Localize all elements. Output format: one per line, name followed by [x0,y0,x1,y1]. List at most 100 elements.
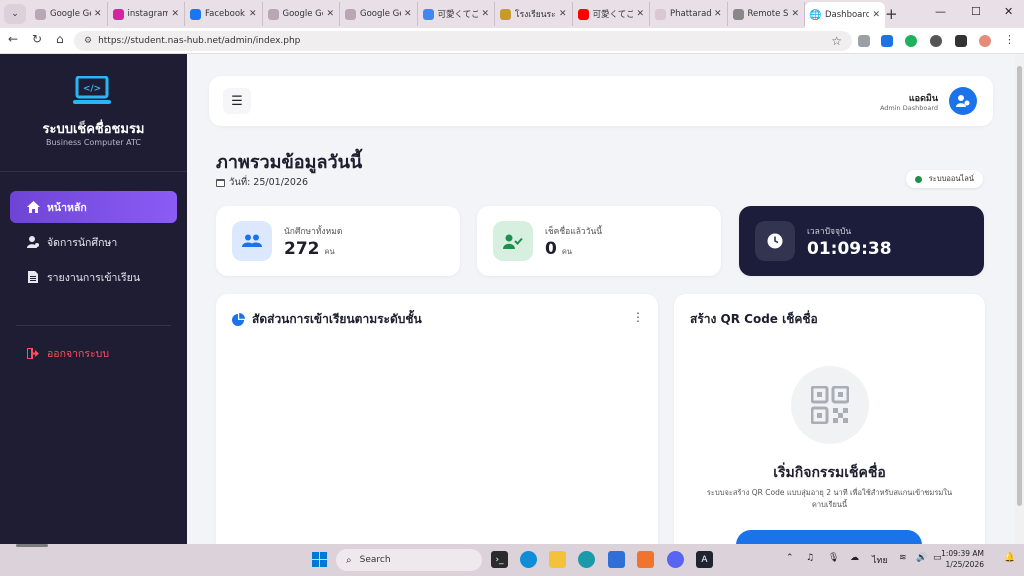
close-tab-icon[interactable]: ✕ [481,9,489,19]
close-tab-icon[interactable]: ✕ [404,9,412,19]
logout-button[interactable]: ออกจากระบบ [10,337,177,369]
search-icon: ⌕ [346,554,352,566]
browser-tab[interactable]: 可愛くてごめ✕ [573,2,650,26]
status-dot [914,175,922,183]
microphone-icon[interactable]: 🎙 [828,553,839,563]
home-button[interactable]: ⌂ [56,32,64,46]
user-avatar[interactable] [949,87,977,115]
minimize-button[interactable]: — [935,5,946,18]
laptop-code-icon: </> [73,76,111,104]
tab-title: Phattaradi [670,9,711,19]
logout-label: ออกจากระบบ [47,347,109,360]
top-bar: ☰ แอดมิน Admin Dashboard [209,76,993,126]
close-tab-icon[interactable]: ✕ [872,10,880,20]
tab-title: Facebook [205,9,245,19]
terminal-app-icon[interactable]: ›_ [491,551,508,568]
taskbar-clock[interactable]: 1:09:39 AM 1/25/2026 [941,548,984,570]
close-window-button[interactable]: ✕ [1004,5,1013,18]
generate-qr-button[interactable] [736,530,922,544]
widgets-indicator [16,544,48,547]
svg-text:</>: </> [83,84,101,94]
discord-icon[interactable] [667,551,684,568]
sidebar-item-label: จัดการนักศึกษา [47,236,118,249]
close-tab-icon[interactable]: ✕ [791,9,799,19]
translate-extension-icon[interactable] [881,35,893,47]
tab-title: instagram [127,9,169,19]
tab-search-dropdown[interactable]: ⌄ [4,4,26,24]
check-extension-icon[interactable] [905,35,917,47]
close-tab-icon[interactable]: ✕ [714,9,722,19]
file-explorer-icon[interactable] [549,551,566,568]
browser-tab[interactable]: 可愛くてごめ✕ [418,2,495,26]
user-check-icon [493,221,533,261]
browser-tab[interactable]: Facebook ✕ [185,2,263,26]
lang-indicator[interactable]: ไทย [872,553,888,567]
tab-title: Google Ge [50,9,91,19]
new-tab-button[interactable]: + [885,5,898,23]
calendar-icon [216,179,225,187]
edge-app-icon[interactable] [520,551,537,568]
stat-value: 272 คน [284,239,335,259]
more-options-icon[interactable]: ⋮ [632,310,644,324]
browser-tab[interactable]: instagram ✕ [108,2,185,26]
sidebar-item-students[interactable]: จัดการนักศึกษา [10,226,177,258]
logout-icon [26,346,40,360]
clock-icon [755,221,795,261]
xampp-icon[interactable] [637,551,654,568]
app-icon[interactable] [578,551,595,568]
puzzle-extension-icon[interactable] [930,35,942,47]
taskbar-search[interactable]: ⌕ Search [336,549,482,571]
browser-tab[interactable]: Google Ge ✕ [30,2,108,26]
stat-unit: คน [324,247,335,256]
browser-tab[interactable]: Phattaradi ✕ [650,2,728,26]
download-icon[interactable] [955,35,967,47]
stat-value: 0 คน [545,239,572,259]
user-gear-icon [26,235,40,249]
close-tab-icon[interactable]: ✕ [636,9,644,19]
back-button[interactable]: ← [8,32,18,46]
headset-icon[interactable]: ♫ [806,553,814,563]
app-icon[interactable]: A [696,551,713,568]
tab-title: โรงเรียนระยอ [515,10,556,20]
site-info-icon[interactable]: ⚙ [84,36,92,46]
browser-tab[interactable]: Google Ge ✕ [263,2,340,26]
tray-overflow-icon[interactable]: ⌃ [786,553,794,563]
close-tab-icon[interactable]: ✕ [171,9,179,19]
scrollbar-thumb[interactable] [1017,66,1022,506]
facebook-icon [190,8,201,20]
qrcode-icon [811,386,849,424]
stat-unit: คน [561,247,572,256]
url-text[interactable]: https://student.nas-hub.net/admin/index.… [98,36,831,46]
close-tab-icon[interactable]: ✕ [559,9,567,19]
play-icon [35,8,46,20]
maximize-button[interactable]: ☐ [971,5,981,18]
tab-dashboard[interactable]: 🌐 Dashboard ✕ [805,2,885,28]
page-scrollbar[interactable] [1015,54,1024,544]
reload-button[interactable]: ↻ [32,32,42,46]
browser-tab[interactable]: Google Ge ✕ [340,2,418,26]
close-tab-icon[interactable]: ✕ [249,9,257,19]
stat-card-checked-in: เช็คชื่อแล้ววันนี้ 0 คน [477,206,721,276]
divider [16,325,171,326]
close-tab-icon[interactable]: ✕ [94,9,102,19]
hamburger-icon[interactable]: ☰ [223,88,251,114]
tab-title: 可愛くてごめ [437,10,479,20]
sidebar-item-home[interactable]: หน้าหลัก [10,191,177,223]
stat-card-current-time: เวลาปัจจุบัน 01:09:38 [739,206,984,276]
sidebar-item-reports[interactable]: รายงานการเข้าเรียน [10,261,177,293]
profile-avatar-icon[interactable] [979,35,991,47]
vscode-icon[interactable] [608,551,625,568]
browser-tab[interactable]: Remote Su✕ [728,2,805,26]
bookmark-star-icon[interactable]: ☆ [831,34,842,48]
close-tab-icon[interactable]: ✕ [326,9,334,19]
browser-tab[interactable]: โรงเรียนระยอ✕ [495,2,573,26]
stat-number: 0 [545,239,557,259]
volume-icon[interactable]: 🔊 [916,553,927,563]
cloud-icon[interactable]: ☁ [850,553,859,563]
address-bar[interactable]: ⚙ https://student.nas-hub.net/admin/inde… [74,31,852,51]
extension-icon[interactable] [858,35,870,47]
browser-menu-icon[interactable]: ⋮ [1004,33,1015,46]
wifi-icon[interactable]: ≋ [899,553,907,563]
notification-icon[interactable]: 🔔 [1004,553,1015,563]
start-button[interactable] [311,551,328,568]
